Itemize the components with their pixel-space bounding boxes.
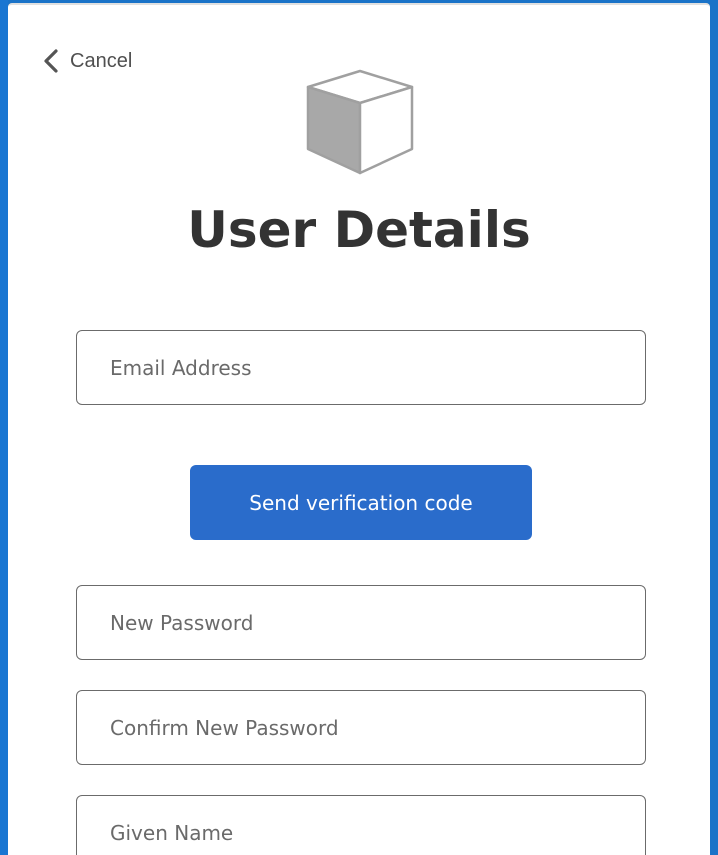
chevron-left-icon <box>42 49 60 73</box>
cancel-label: Cancel <box>70 49 133 72</box>
cancel-button[interactable]: Cancel <box>42 45 132 77</box>
page-background-strip <box>0 0 8 855</box>
send-verification-code-button[interactable]: Send verification code <box>190 465 532 540</box>
email-field[interactable] <box>76 330 646 405</box>
confirm-password-field[interactable] <box>76 690 646 765</box>
given-name-field[interactable] <box>76 795 646 855</box>
new-password-field[interactable] <box>76 585 646 660</box>
page-title: User Details <box>187 201 531 259</box>
user-details-card: Cancel User Details Send verification co… <box>8 3 710 855</box>
cube-icon <box>306 67 416 175</box>
